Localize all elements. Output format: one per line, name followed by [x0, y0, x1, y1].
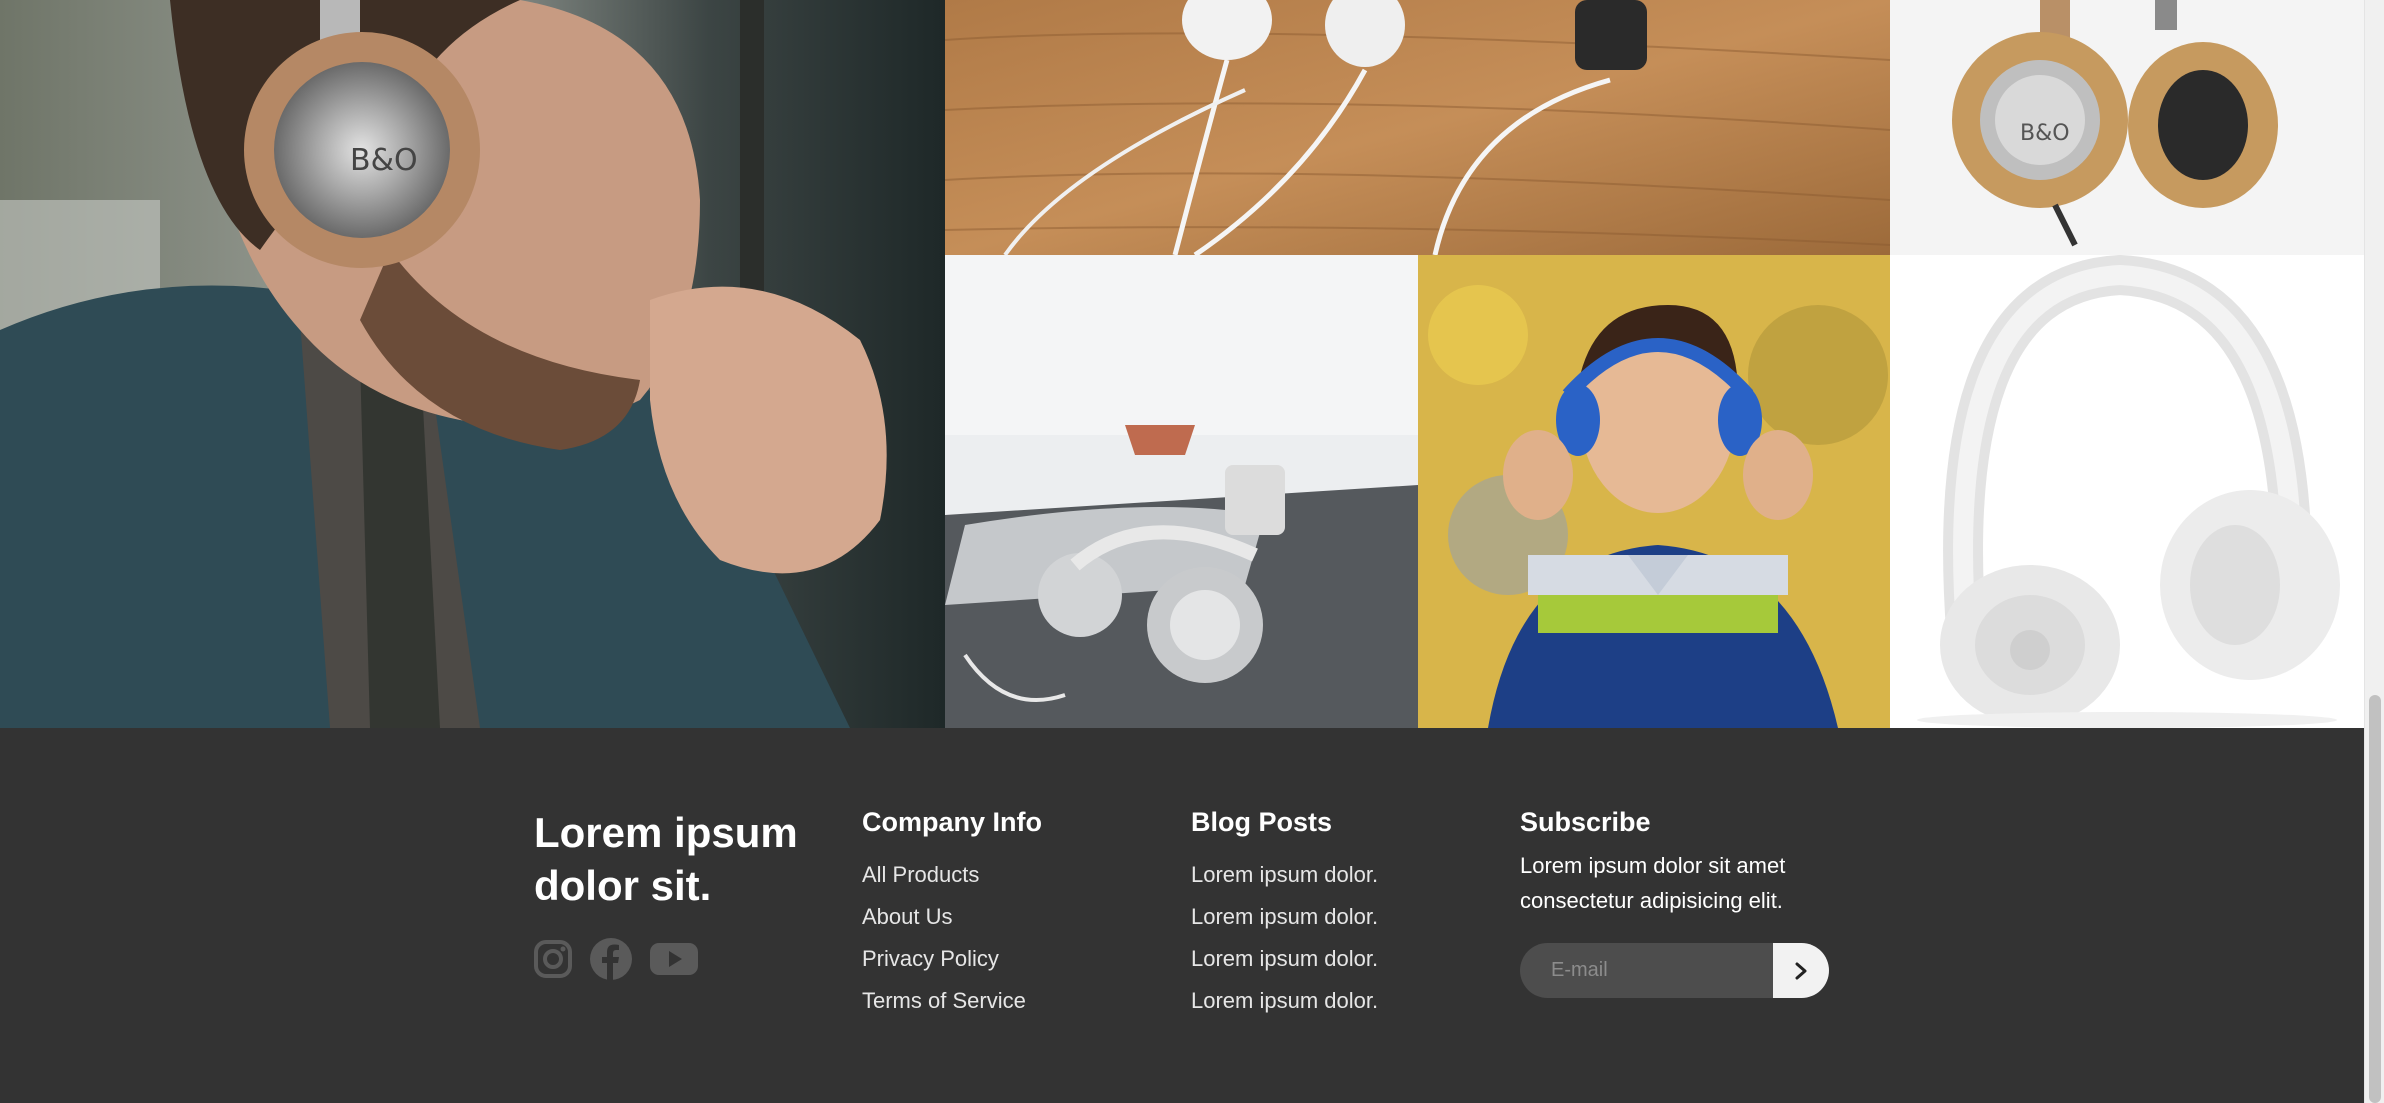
blog-post-link[interactable]: Lorem ipsum dolor. [1191, 896, 1378, 938]
gallery-image-tan-headphones[interactable]: B&O [1890, 0, 2364, 255]
chevron-right-icon [1795, 962, 1807, 979]
subscribe-submit-button[interactable] [1773, 943, 1829, 998]
company-links: All Products About Us Privacy Policy Ter… [862, 854, 1042, 1022]
all-products-link[interactable]: All Products [862, 854, 1042, 896]
man-with-headphones-image: B&O [0, 0, 945, 728]
page-scrollbar[interactable] [2364, 0, 2384, 1103]
subscribe-description: Lorem ipsum dolor sit amet consectetur a… [1520, 853, 1786, 913]
footer-brand: Lorem ipsum dolor sit. [534, 806, 834, 985]
boy-with-headphones-image [1418, 255, 1890, 728]
svg-text:B&O: B&O [350, 143, 418, 178]
privacy-policy-link[interactable]: Privacy Policy [862, 938, 1042, 980]
scrollbar-thumb[interactable] [2369, 695, 2381, 1103]
youtube-icon[interactable] [650, 941, 698, 982]
social-links [534, 938, 834, 985]
gallery-image-white-headphones[interactable] [1890, 255, 2364, 728]
blog-links: Lorem ipsum dolor. Lorem ipsum dolor. Lo… [1191, 854, 1378, 1022]
company-info-heading: Company Info [862, 807, 1042, 837]
gallery-image-headphones-on-desk[interactable] [945, 255, 1418, 728]
footer-subscribe: Subscribe Lorem ipsum dolor sit amet con… [1520, 806, 1840, 998]
blog-post-link[interactable]: Lorem ipsum dolor. [1191, 854, 1378, 896]
headphones-on-desk-image [945, 255, 1418, 728]
instagram-icon[interactable] [534, 940, 572, 983]
facebook-icon[interactable] [590, 938, 632, 985]
gallery-image-boy-with-headphones[interactable] [1418, 255, 1890, 728]
white-headphones-image [1890, 255, 2364, 728]
about-us-link[interactable]: About Us [862, 896, 1042, 938]
footer-blog-posts: Blog Posts Lorem ipsum dolor. Lorem ipsu… [1191, 806, 1378, 1022]
email-input[interactable] [1520, 943, 1773, 998]
earphones-on-wood-image [945, 0, 1890, 255]
site-footer: Lorem ipsum dolor sit. Company Info All … [0, 728, 2364, 1103]
image-gallery: B&O B&O [0, 0, 2364, 728]
tan-headphones-image: B&O [1890, 0, 2364, 255]
footer-company-info: Company Info All Products About Us Priva… [862, 806, 1042, 1022]
gallery-image-earphones-on-wood[interactable] [945, 0, 1890, 255]
subscribe-heading: Subscribe [1520, 807, 1651, 837]
blog-post-link[interactable]: Lorem ipsum dolor. [1191, 980, 1378, 1022]
footer-brand-title: Lorem ipsum dolor sit. [534, 806, 834, 912]
footer-brand-title-line2: dolor sit. [534, 862, 712, 909]
footer-brand-title-line1: Lorem ipsum [534, 809, 798, 856]
terms-of-service-link[interactable]: Terms of Service [862, 980, 1042, 1022]
subscribe-form [1520, 943, 1829, 998]
gallery-image-man-with-headphones[interactable]: B&O [0, 0, 945, 728]
blog-post-link[interactable]: Lorem ipsum dolor. [1191, 938, 1378, 980]
blog-posts-heading: Blog Posts [1191, 807, 1333, 837]
svg-text:B&O: B&O [2020, 121, 2070, 146]
